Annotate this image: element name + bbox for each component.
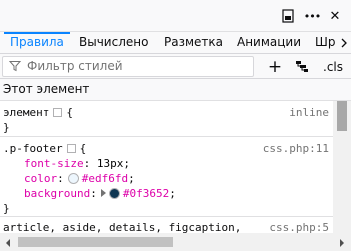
tab-rules[interactable]: Правила — [4, 32, 70, 53]
rule-selector[interactable]: article, aside, details, figcaption, — [3, 221, 241, 233]
rule-close-brace: } — [3, 202, 10, 215]
tab-fonts[interactable]: Шр — [315, 32, 335, 53]
rule-selector[interactable]: элемент — [3, 106, 49, 119]
declaration-row: background: #0f3652; — [24, 187, 176, 200]
horizontal-scrollbar[interactable] — [0, 233, 351, 251]
property-value[interactable]: 13px — [97, 157, 124, 170]
scroll-left-icon[interactable] — [4, 237, 12, 251]
tab-computed[interactable]: Вычислено — [79, 32, 148, 53]
rule-article-aside: article, aside, details, figcaption, css… — [0, 217, 333, 233]
more-icon[interactable]: ••• — [301, 5, 323, 27]
color-swatch-icon[interactable] — [108, 188, 120, 199]
rule-source[interactable]: inline — [289, 105, 329, 120]
devtools-toolbar: ••• ✕ — [0, 0, 351, 32]
vertical-scrollbar-thumb[interactable] — [337, 101, 347, 131]
rule-open-brace: { — [66, 106, 73, 119]
cls-button[interactable]: .cls — [321, 57, 345, 77]
close-icon[interactable]: ✕ — [324, 5, 346, 27]
filter-styles-input[interactable]: Фильтр стилей — [2, 56, 254, 77]
rule-close-brace: } — [3, 121, 10, 134]
filter-icon — [9, 61, 21, 72]
filter-placeholder: Фильтр стилей — [27, 59, 123, 73]
vertical-scrollbar[interactable] — [333, 101, 351, 233]
filter-bar: Фильтр стилей + .cls — [0, 54, 351, 79]
declaration-row: font-size: 13px; — [24, 157, 130, 170]
tab-layout[interactable]: Разметка — [164, 32, 223, 53]
expand-triangle-icon[interactable] — [100, 189, 106, 197]
rule-source[interactable]: css.php:11 — [263, 141, 329, 156]
add-rule-icon[interactable] — [66, 144, 76, 153]
toggle-pseudo-classes-icon[interactable] — [293, 57, 311, 77]
rule-open-brace: { — [79, 142, 87, 155]
sidebar-tabs: Правила Вычислено Разметка Анимации Шр — [0, 32, 351, 54]
scroll-right-icon[interactable] — [338, 237, 346, 251]
add-rule-icon[interactable] — [53, 108, 63, 117]
property-name[interactable]: background — [24, 187, 90, 200]
property-value[interactable]: #0f3652 — [123, 187, 169, 200]
rules-list: элемент { inline } .p-footer { css.php:11 … — [0, 101, 333, 233]
section-this-element: Этот элемент — [0, 79, 351, 101]
rule-source[interactable]: css.php:5 — [265, 220, 329, 233]
rule-selector[interactable]: .p-footer — [3, 142, 63, 155]
tabs-overflow-chevron-icon[interactable] — [337, 32, 351, 53]
property-name[interactable]: color — [24, 172, 57, 185]
dock-side-icon[interactable] — [277, 5, 299, 27]
color-swatch-icon[interactable] — [67, 173, 79, 184]
horizontal-scrollbar-thumb[interactable] — [18, 237, 173, 247]
rule-p-footer: .p-footer { css.php:11 font-size: 13px; c… — [0, 137, 333, 217]
tab-animations[interactable]: Анимации — [237, 32, 301, 53]
declaration-row: color: #edf6fd; — [24, 172, 135, 185]
add-rule-button[interactable]: + — [267, 57, 283, 77]
rule-element: элемент { inline } — [0, 101, 333, 137]
property-value[interactable]: #edf6fd — [82, 172, 128, 185]
property-name[interactable]: font-size — [24, 157, 84, 170]
